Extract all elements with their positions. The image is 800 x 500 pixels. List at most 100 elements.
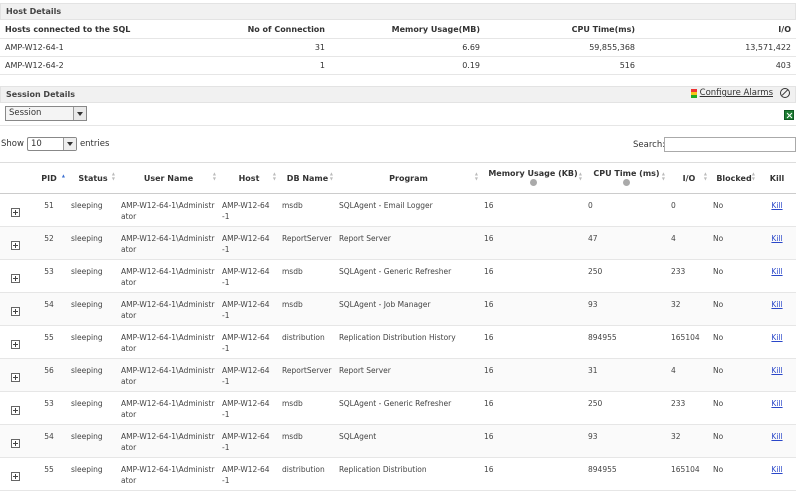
hide-icon[interactable] [780, 88, 790, 98]
cell-memory: 16 [481, 259, 585, 293]
cell-pid: 56 [30, 358, 68, 392]
row-expand-cell[interactable] [0, 193, 30, 227]
cell-cpu: 894955 [585, 325, 668, 359]
kill-link[interactable]: Kill [771, 267, 782, 276]
cell-blocked: No [710, 193, 758, 227]
row-expand-cell[interactable] [0, 424, 30, 458]
kill-link[interactable]: Kill [771, 465, 782, 474]
kill-link[interactable]: Kill [771, 366, 782, 375]
expand-icon[interactable] [11, 439, 20, 448]
cell-pid: 54 [30, 292, 68, 326]
expand-icon[interactable] [11, 241, 20, 250]
table-row: 52 sleeping AMP-W12-64-1\Administr ator … [0, 226, 796, 260]
cell-io: 4 [668, 358, 710, 392]
cell-user: AMP-W12-64-1\Administr ator [118, 391, 219, 425]
expand-icon[interactable] [11, 274, 20, 283]
cell-pid: 51 [30, 193, 68, 227]
configure-alarms-link[interactable]: Configure Alarms [700, 88, 773, 98]
row-expand-cell[interactable] [0, 457, 30, 491]
expand-icon[interactable] [11, 307, 20, 316]
row-expand-cell[interactable] [0, 292, 30, 326]
cell-user: AMP-W12-64-1\Administr ator [118, 457, 219, 491]
cell-blocked: No [710, 424, 758, 458]
cell-user: AMP-W12-64-1\Administr ator [118, 226, 219, 260]
cell-cpu: 0 [585, 193, 668, 227]
kill-link[interactable]: Kill [771, 201, 782, 210]
cell-user: AMP-W12-64-1\Administr ator [118, 193, 219, 227]
row-expand-cell[interactable] [0, 259, 30, 293]
col-cpu-time-ms[interactable]: CPU Time (ms) [585, 162, 668, 194]
col-cpu-time-label: CPU Time (ms) [593, 168, 660, 178]
col-hosts-connected: Hosts connected to the SQL [0, 21, 200, 39]
alarm-icon [690, 88, 697, 98]
kill-link[interactable]: Kill [771, 432, 782, 441]
excel-export-icon[interactable] [784, 110, 794, 120]
cell-db: msdb [279, 391, 336, 425]
row-expand-cell[interactable] [0, 358, 30, 392]
cell-cpu: 894955 [585, 457, 668, 491]
cell-db: ReportServer [279, 226, 336, 260]
cell-pid: 53 [30, 259, 68, 293]
cell-io: 165104 [668, 325, 710, 359]
host-details-header-row: Hosts connected to the SQL No of Connect… [0, 21, 796, 39]
view-select[interactable]: Session [5, 106, 87, 121]
cell-blocked: No [710, 292, 758, 326]
cell-io: 233 [668, 259, 710, 293]
search-label: Search: [633, 140, 666, 150]
cell-cpu: 250 [585, 259, 668, 293]
cell-status: sleeping [68, 457, 118, 491]
cell-host: AMP-W12-64 -1 [219, 193, 279, 227]
col-io[interactable]: I/O [668, 162, 710, 194]
col-blocked[interactable]: Blocked [710, 162, 758, 194]
col-db-name[interactable]: DB Name [279, 162, 336, 194]
kill-link[interactable]: Kill [771, 234, 782, 243]
session-table: PID Status User Name Host DB Name Progra… [0, 162, 796, 491]
row-expand-cell[interactable] [0, 325, 30, 359]
chevron-down-icon [62, 138, 76, 150]
cell-user: AMP-W12-64-1\Administr ator [118, 259, 219, 293]
expand-icon[interactable] [11, 340, 20, 349]
row-expand-cell[interactable] [0, 391, 30, 425]
cell-blocked: No [710, 457, 758, 491]
configure-alarms[interactable]: Configure Alarms [690, 88, 790, 98]
col-program[interactable]: Program [336, 162, 481, 194]
cell-io: 4 [668, 226, 710, 260]
entries-select[interactable]: 10 [26, 137, 77, 151]
col-memory-usage-kb[interactable]: Memory Usage (KB) [481, 162, 585, 194]
host-cpu: 516 [485, 56, 640, 75]
cell-memory: 16 [481, 193, 585, 227]
expand-icon[interactable] [11, 406, 20, 415]
cell-host: AMP-W12-64 -1 [219, 325, 279, 359]
cell-pid: 55 [30, 457, 68, 491]
cell-blocked: No [710, 358, 758, 392]
cell-db: msdb [279, 424, 336, 458]
expand-icon[interactable] [11, 208, 20, 217]
kill-link[interactable]: Kill [771, 300, 782, 309]
col-host[interactable]: Host [219, 162, 279, 194]
cell-status: sleeping [68, 292, 118, 326]
cell-user: AMP-W12-64-1\Administr ator [118, 358, 219, 392]
kill-link[interactable]: Kill [771, 333, 782, 342]
cell-io: 165104 [668, 457, 710, 491]
search-input[interactable] [664, 137, 796, 152]
table-row: 54 sleeping AMP-W12-64-1\Administr ator … [0, 292, 796, 326]
cell-kill: Kill [758, 292, 796, 326]
cell-cpu: 93 [585, 292, 668, 326]
info-icon [623, 178, 630, 186]
expand-icon[interactable] [11, 373, 20, 382]
cell-pid: 55 [30, 325, 68, 359]
chevron-down-icon [73, 107, 86, 120]
cell-host: AMP-W12-64 -1 [219, 391, 279, 425]
col-user-name[interactable]: User Name [118, 162, 219, 194]
row-expand-cell[interactable] [0, 226, 30, 260]
cell-blocked: No [710, 226, 758, 260]
expand-icon[interactable] [11, 472, 20, 481]
cell-status: sleeping [68, 424, 118, 458]
col-status[interactable]: Status [68, 162, 118, 194]
cell-io: 32 [668, 292, 710, 326]
table-row: 51 sleeping AMP-W12-64-1\Administr ator … [0, 193, 796, 227]
cell-host: AMP-W12-64 -1 [219, 358, 279, 392]
cell-cpu: 31 [585, 358, 668, 392]
kill-link[interactable]: Kill [771, 399, 782, 408]
col-pid[interactable]: PID [30, 162, 68, 194]
